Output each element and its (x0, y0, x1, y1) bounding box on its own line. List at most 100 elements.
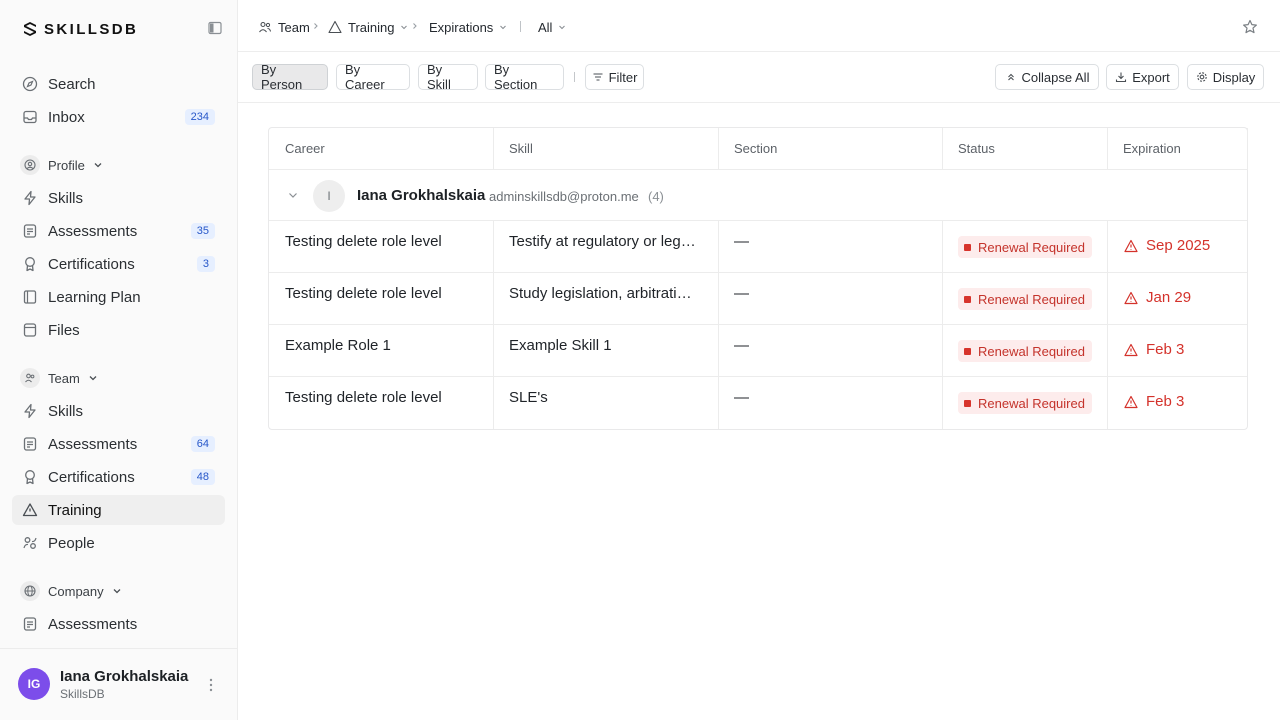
column-divider (493, 128, 494, 170)
sidebar-item-team-assessments[interactable]: Assessments 64 (12, 429, 225, 459)
sidebar-item-profile-certifications[interactable]: Certifications 3 (12, 249, 225, 279)
cell-section: — (734, 233, 749, 250)
column-header-section[interactable]: Section (718, 128, 942, 169)
breadcrumb-all[interactable]: All (538, 18, 566, 36)
column-header-status[interactable]: Status (942, 128, 1107, 169)
warning-triangle-icon (1124, 291, 1138, 304)
brand-name: SKILLSDB (44, 20, 139, 38)
status-dot-icon (964, 347, 971, 355)
section-team[interactable]: Team (20, 367, 98, 389)
group-row-person[interactable]: I Iana Grokhalskaia adminskillsdb@proton… (269, 170, 1247, 221)
section-profile[interactable]: Profile (20, 154, 103, 176)
collapse-all-button[interactable]: Collapse All (995, 64, 1099, 90)
count-badge: 3 (196, 256, 215, 272)
group-by-person-button[interactable]: By Person (252, 62, 328, 92)
status-badge: Renewal Required (958, 392, 1092, 414)
sidebar-item-company-assessments[interactable]: Assessments (12, 609, 225, 639)
user-organization: SkillsDB (60, 687, 105, 701)
status-dot-icon (964, 243, 971, 251)
globe-icon (20, 581, 40, 601)
sidebar-item-profile-skills[interactable]: Skills (12, 183, 225, 213)
status-badge: Renewal Required (958, 340, 1092, 362)
divider (520, 21, 521, 32)
table-row[interactable]: Testing delete role level Testify at reg… (269, 221, 1247, 273)
people-icon (22, 535, 38, 551)
breadcrumb-label: All (538, 19, 553, 35)
warning-triangle-icon (1124, 343, 1138, 356)
sidebar-item-label: Search (48, 75, 96, 93)
sidebar-item-profile-assessments[interactable]: Assessments 35 (12, 216, 225, 246)
display-label: Display (1212, 69, 1256, 85)
cell-career: Example Role 1 (285, 337, 391, 354)
sidebar-item-team-training[interactable]: Training (12, 495, 225, 525)
section-company[interactable]: Company (20, 580, 122, 602)
people-icon (20, 368, 40, 388)
group-by-career-button[interactable]: By Career (336, 62, 410, 92)
sidebar-item-team-people[interactable]: People (12, 528, 225, 558)
group-by-section-button[interactable]: By Section (485, 62, 564, 92)
user-profile[interactable]: IG Iana Grokhalskaia SkillsDB (0, 648, 238, 720)
breadcrumb-expirations[interactable]: Expirations (429, 18, 507, 36)
column-header-skill[interactable]: Skill (493, 128, 718, 169)
table-row[interactable]: Example Role 1 Example Skill 1 — Renewal… (269, 325, 1247, 377)
sidebar-item-label: Assessments (48, 222, 138, 240)
expiration-label: Feb 3 (1146, 393, 1185, 410)
sidebar-item-profile-learning-plan[interactable]: Learning Plan (12, 282, 225, 312)
breadcrumb-label: Training (348, 19, 395, 35)
chevron-down-icon (559, 25, 566, 30)
table-row[interactable]: Testing delete role level SLE's — Renewa… (269, 377, 1247, 428)
breadcrumb-training[interactable]: Training (328, 18, 408, 36)
sidebar-item-label: Training (48, 501, 102, 519)
breadcrumb-label: Team (278, 19, 310, 35)
sidebar-item-label: Assessments (48, 435, 138, 453)
status-dot-icon (964, 295, 971, 303)
expirations-table: Career Skill Section Status Expiration I… (268, 127, 1248, 430)
sidebar-item-team-skills[interactable]: Skills (12, 396, 225, 426)
person-email: adminskillsdb@proton.me (489, 189, 639, 204)
column-divider (1107, 128, 1108, 170)
sidebar-item-team-certifications[interactable]: Certifications 48 (12, 462, 225, 492)
cell-section: — (734, 337, 749, 354)
chevron-down-icon (113, 589, 121, 594)
display-button[interactable]: Display (1187, 64, 1264, 90)
expiration-label: Sep 2025 (1146, 237, 1211, 254)
cell-skill: Testify at regulatory or legislative hea… (509, 233, 699, 250)
sidebar-item-inbox[interactable]: Inbox 234 (12, 102, 225, 132)
breadcrumb-team[interactable]: Team (258, 18, 310, 36)
sidebar-item-label: Assessments (48, 615, 138, 633)
more-vertical-icon[interactable] (205, 677, 217, 693)
chevron-down-icon (94, 163, 102, 168)
sidebar-item-label: People (48, 534, 95, 552)
chevron-down-icon[interactable] (287, 189, 299, 201)
sidebar-item-search[interactable]: Search (12, 69, 225, 99)
user-name: Iana Grokhalskaia (60, 668, 189, 685)
chevron-down-icon (401, 25, 408, 30)
sidebar-item-label: Certifications (48, 468, 135, 486)
sidebar-item-label: Skills (48, 189, 84, 207)
avatar: I (313, 180, 345, 212)
column-divider (718, 128, 719, 170)
column-header-career[interactable]: Career (269, 128, 493, 169)
section-label: Team (48, 370, 80, 386)
sidebar-item-label: Files (48, 321, 80, 339)
status-badge: Renewal Required (958, 288, 1092, 310)
expiration-date: Feb 3 (1124, 341, 1184, 358)
expiration-date: Feb 3 (1124, 393, 1184, 410)
export-button[interactable]: Export (1106, 64, 1179, 90)
section-label: Company (48, 583, 104, 599)
divider (574, 72, 575, 82)
table-row[interactable]: Testing delete role level Study legislat… (269, 273, 1247, 325)
status-label: Renewal Required (978, 239, 1085, 255)
bolt-icon (22, 190, 38, 206)
sidebar-item-label: Skills (48, 402, 84, 420)
sidebar-item-profile-files[interactable]: Files (12, 315, 225, 345)
column-header-expiration[interactable]: Expiration (1107, 128, 1247, 169)
sidebar-toggle-icon[interactable] (208, 21, 222, 35)
star-icon[interactable] (1242, 19, 1258, 35)
export-label: Export (1132, 69, 1170, 85)
status-label: Renewal Required (978, 291, 1085, 307)
filter-button[interactable]: Filter (585, 64, 644, 90)
count-badge: 234 (184, 109, 215, 125)
cell-career: Testing delete role level (285, 389, 442, 406)
group-by-skill-button[interactable]: By Skill (418, 62, 478, 92)
